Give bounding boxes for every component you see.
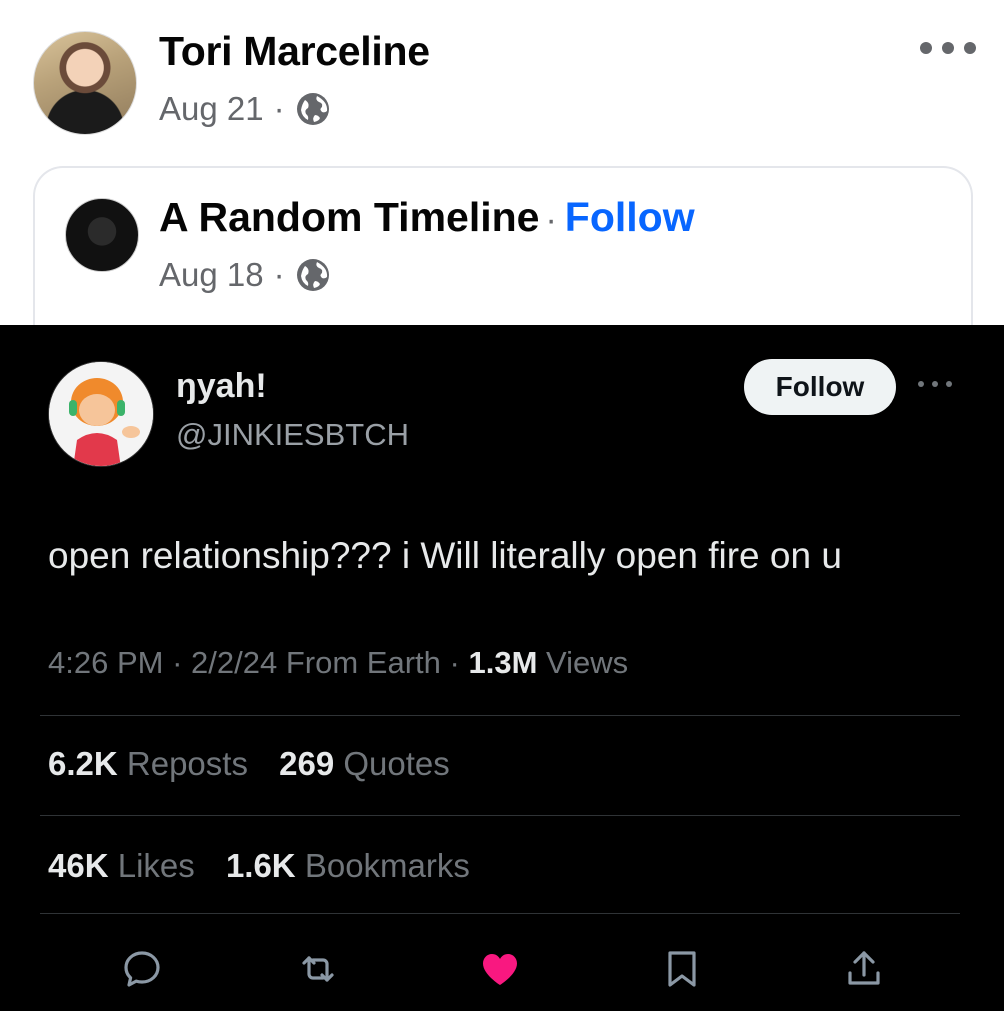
shared-date[interactable]: Aug 18 [159, 256, 264, 294]
repost-icon [296, 947, 340, 991]
share-icon [842, 947, 886, 991]
shared-meta: Aug 18 · [159, 256, 331, 294]
reply-icon [120, 947, 164, 991]
tweet-display-name: ŋyah! [176, 367, 267, 405]
page-name[interactable]: A Random Timeline [159, 194, 539, 240]
tweet-follow-button: Follow [744, 359, 896, 415]
tweet-text: open relationship??? i Will literally op… [48, 535, 842, 576]
more-options-icon[interactable] [920, 36, 976, 60]
meta-separator: · [273, 256, 285, 293]
tweet-action-bar [0, 937, 1004, 997]
reposts-count: 6.2K [48, 745, 118, 782]
globe-icon [296, 93, 329, 125]
post-header: Tori Marceline Aug 21 · [0, 0, 1004, 160]
post-date[interactable]: Aug 21 [159, 90, 264, 128]
tweet-date: 2/2/24 [191, 645, 278, 680]
tweet-screenshot: ŋyah! @JINKIESBTCH Follow open relations… [0, 325, 1004, 1011]
bookmarks-count: 1.6K [225, 847, 296, 884]
bookmarks-label: Bookmarks [304, 847, 470, 884]
meta-sep: · [449, 645, 460, 680]
shared-page-header: A Random Timeline · Follow [159, 194, 695, 241]
tweet-more-icon [918, 381, 952, 389]
quotes-label: Quotes [343, 745, 450, 782]
tweet-meta: 4:26 PM · 2/2/24 From Earth · 1.3M Views [48, 645, 628, 681]
meta-separator: · [273, 90, 285, 127]
divider [40, 815, 960, 816]
author-name[interactable]: Tori Marceline [159, 28, 430, 75]
author-avatar[interactable] [33, 31, 137, 135]
tweet-author-avatar [48, 361, 154, 467]
tweet-time: 4:26 PM [48, 645, 164, 680]
tweet-stats-row-1: 6.2K Reposts 269 Quotes [48, 745, 450, 783]
meta-sep: · [172, 645, 183, 680]
tweet-source: From Earth [285, 645, 441, 680]
divider [40, 913, 960, 914]
quotes-count: 269 [279, 745, 335, 782]
views-count: 1.3M [468, 645, 538, 680]
like-icon [478, 947, 522, 991]
tweet-handle: @JINKIESBTCH [176, 417, 409, 452]
follow-page-link[interactable]: Follow [565, 194, 695, 240]
divider [40, 715, 960, 716]
page-avatar[interactable] [65, 198, 139, 272]
likes-count: 46K [48, 847, 109, 884]
likes-label: Likes [117, 847, 195, 884]
post-meta: Aug 21 · [159, 90, 331, 128]
globe-icon [296, 259, 329, 291]
reposts-label: Reposts [126, 745, 248, 782]
views-label: Views [546, 645, 629, 680]
bookmark-icon [660, 947, 704, 991]
header-separator: · [545, 201, 557, 239]
tweet-stats-row-2: 46K Likes 1.6K Bookmarks [48, 847, 470, 885]
